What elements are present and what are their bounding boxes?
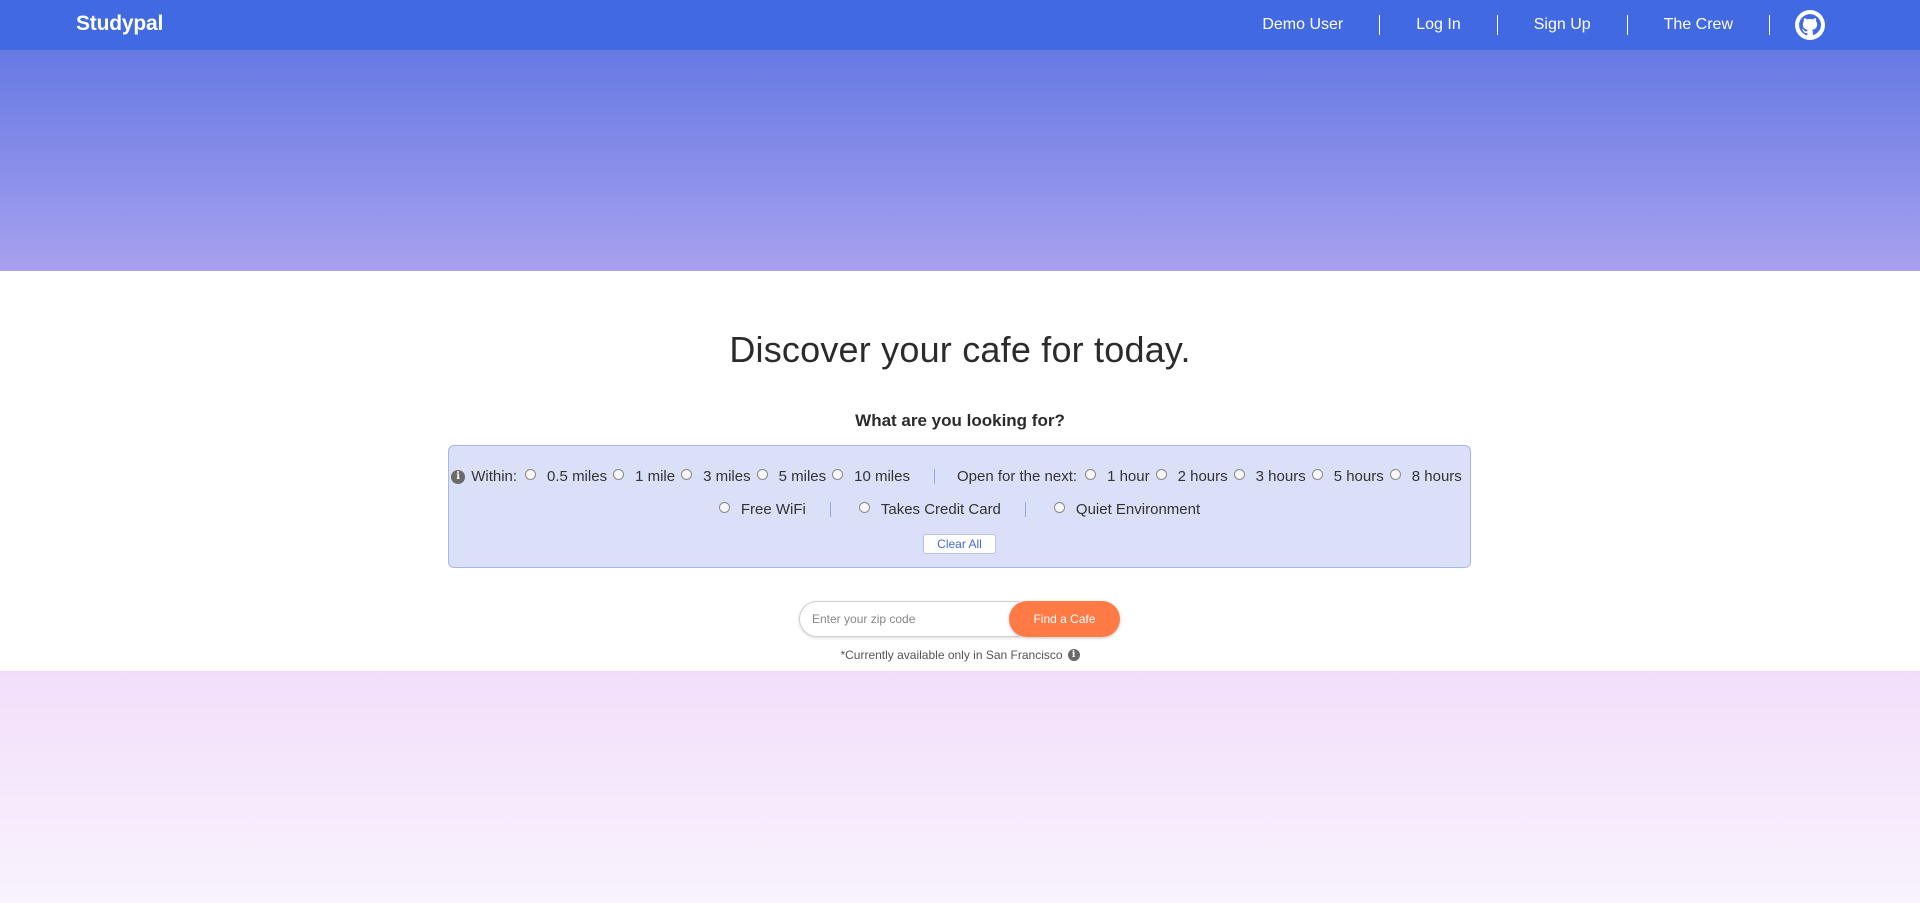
option-label: 1 mile [635,468,676,485]
main-section: Discover your cafe for today. What are y… [0,271,1920,671]
option-label: 2 hours [1177,468,1228,485]
brand-logo[interactable]: Studypal [76,12,163,36]
open-option-8-hours[interactable]: 8 hours [1389,468,1462,485]
nav-log-in[interactable]: Log In [1380,16,1496,34]
filter-row-distance-hours: i Within: 0.5 miles 1 mile 3 miles 5 mil… [449,468,1470,485]
zip-code-input[interactable] [799,601,1019,637]
github-link[interactable] [1770,10,1825,40]
page-title: Discover your cafe for today. [729,329,1191,370]
radio-button[interactable] [1155,469,1167,480]
find-cafe-button[interactable]: Find a Cafe [1009,601,1120,637]
filter-row-actions: Clear All [449,534,1470,554]
radio-button[interactable] [1085,469,1097,480]
amenity-quiet-environment[interactable]: Quiet Environment [1053,501,1201,518]
option-label: 3 miles [703,468,751,485]
filter-divider [829,502,831,517]
option-label: 1 hour [1107,468,1150,485]
zip-search: Find a Cafe [799,601,1120,637]
footer-gradient [0,671,1920,903]
open-option-3-hours[interactable]: 3 hours [1233,468,1306,485]
option-label: 8 hours [1411,468,1462,485]
amenity-takes-credit-card[interactable]: Takes Credit Card [858,501,1001,518]
option-label: Takes Credit Card [880,501,1001,518]
option-label: 10 miles [854,468,910,485]
option-label: 3 hours [1255,468,1306,485]
nav-links: Demo User Log In Sign Up The Crew [1226,0,1825,50]
radio-button[interactable] [832,469,844,480]
info-icon[interactable]: i [451,469,466,484]
filter-divider [933,469,935,484]
filter-panel: i Within: 0.5 miles 1 mile 3 miles 5 mil… [448,445,1471,568]
navbar: Studypal Demo User Log In Sign Up The Cr… [0,0,1920,50]
within-option-3-miles[interactable]: 3 miles [681,468,751,485]
hero-banner [0,50,1920,271]
radio-button[interactable] [756,469,768,480]
option-label: Quiet Environment [1075,501,1201,518]
radio-button[interactable] [1053,502,1065,513]
amenity-free-wifi[interactable]: Free WiFi [718,501,806,518]
option-label: Free WiFi [740,501,806,518]
availability-text: *Currently available only in San Francis… [840,648,1063,662]
clear-all-button[interactable]: Clear All [923,534,996,554]
open-option-1-hour[interactable]: 1 hour [1085,468,1150,485]
radio-button[interactable] [1233,469,1245,480]
within-option-5-miles[interactable]: 5 miles [756,468,827,485]
radio-button[interactable] [681,469,693,480]
info-icon[interactable]: i [1067,649,1080,661]
nav-sign-up[interactable]: Sign Up [1498,16,1627,34]
open-option-2-hours[interactable]: 2 hours [1155,468,1228,485]
option-label: 5 hours [1333,468,1384,485]
within-option-0-5-miles[interactable]: 0.5 miles [525,468,607,485]
option-label: 0.5 miles [547,468,608,485]
nav-the-crew[interactable]: The Crew [1628,16,1769,34]
filter-row-amenities: Free WiFi Takes Credit Card Quiet Enviro… [449,501,1470,518]
availability-note: *Currently available only in San Francis… [0,648,1920,662]
nav-demo-user[interactable]: Demo User [1226,16,1379,34]
radio-button[interactable] [525,469,537,480]
within-label: Within: [471,468,518,485]
radio-button[interactable] [718,502,730,513]
filter-prompt: What are you looking for? [855,411,1065,430]
open-for-label: Open for the next: [956,468,1078,485]
radio-button[interactable] [858,502,870,513]
within-option-1-mile[interactable]: 1 mile [613,468,675,485]
open-option-5-hours[interactable]: 5 hours [1311,468,1384,485]
within-option-10-miles[interactable]: 10 miles [832,468,910,485]
radio-button[interactable] [1311,469,1323,480]
radio-button[interactable] [613,469,625,480]
option-label: 5 miles [778,468,827,485]
filter-divider [1024,502,1026,517]
github-icon [1795,10,1825,40]
radio-button[interactable] [1389,469,1401,480]
